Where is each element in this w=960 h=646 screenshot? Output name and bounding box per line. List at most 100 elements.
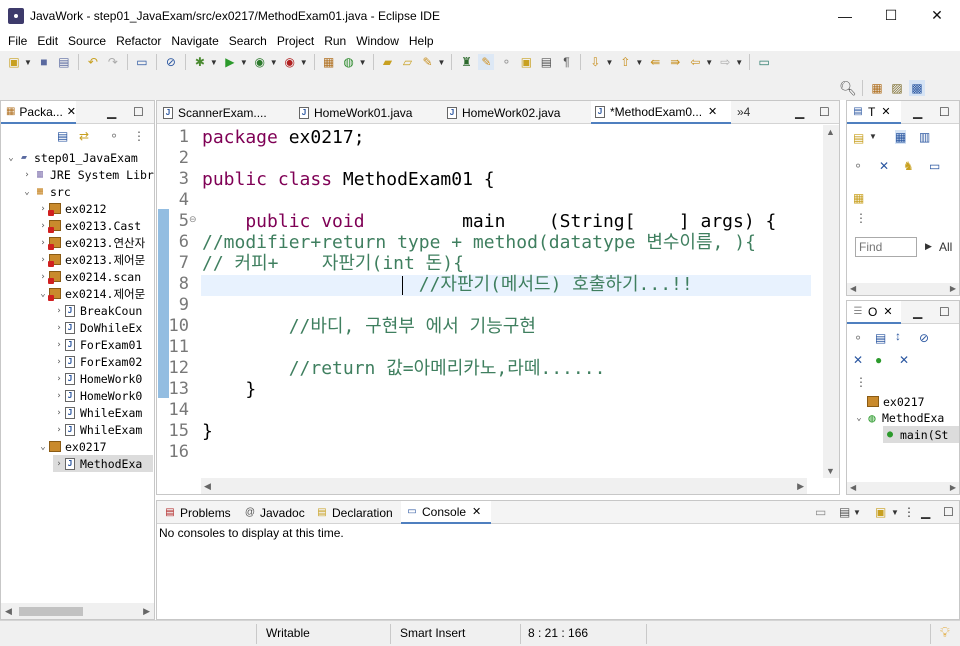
tree-item-package[interactable]: › ex0214.scan — [37, 268, 141, 285]
view-menu-icon[interactable]: ⋮ — [133, 129, 145, 143]
debug-dropdown-icon[interactable]: ▼ — [210, 58, 218, 67]
code-line[interactable]: 13 } — [157, 379, 811, 400]
maximize-view-icon[interactable]: ☐ — [943, 505, 954, 519]
search-tool-icon[interactable]: ✎ — [420, 54, 436, 70]
new-class-dropdown-icon[interactable]: ▼ — [359, 58, 367, 67]
search-dropdown-icon[interactable]: ▼ — [438, 58, 446, 67]
minimize-view-icon[interactable]: ▁ — [913, 105, 922, 119]
status-insert-mode[interactable]: Smart Insert — [400, 626, 465, 640]
focus-active-task-icon[interactable]: ⚬ — [853, 331, 863, 345]
code-line[interactable]: 6 //modifier+return type + method(datatyp… — [157, 232, 811, 253]
menu-refactor[interactable]: Refactor — [111, 34, 166, 48]
view-menu-icon[interactable]: ⋮ — [855, 375, 867, 389]
menu-project[interactable]: Project — [272, 34, 319, 48]
tree-item-src[interactable]: ⌄ ▦ src — [21, 183, 71, 200]
code-line[interactable]: 12 //return 값=아메리카노,라떼...... — [157, 358, 811, 379]
code-line[interactable]: 14 — [157, 400, 811, 421]
horizontal-scrollbar[interactable]: ◀ ▶ — [1, 603, 154, 619]
next-edit-dropdown-icon[interactable]: ▼ — [605, 58, 613, 67]
maximize-view-icon[interactable]: ☐ — [819, 105, 830, 119]
tree-item-package[interactable]: › ex0213.제어문 — [37, 251, 145, 268]
hide-local-types-icon[interactable]: ✕ — [899, 353, 909, 367]
scroll-right-icon[interactable]: ▶ — [950, 284, 956, 293]
open-console-icon[interactable]: ▣ — [875, 505, 886, 519]
code-line[interactable]: 4 — [157, 190, 811, 211]
close-button[interactable]: ✕ — [914, 0, 960, 31]
maximize-view-icon[interactable]: ☐ — [133, 105, 144, 119]
undo-icon[interactable]: ↶ — [85, 54, 101, 70]
external-tools-dropdown-icon[interactable]: ▼ — [300, 58, 308, 67]
minimize-view-icon[interactable]: ▁ — [913, 305, 922, 319]
show-whitespace-icon[interactable]: ▤ — [538, 54, 554, 70]
close-icon[interactable]: ✕ — [883, 305, 892, 318]
open-console-dropdown-icon[interactable]: ▼ — [891, 508, 899, 517]
tree-item-file[interactable]: › J BreakCoun — [53, 302, 142, 319]
save-icon[interactable]: ■ — [36, 54, 52, 70]
coverage-dropdown-icon[interactable]: ▼ — [270, 58, 278, 67]
collapse-icon[interactable]: ▭ — [929, 159, 940, 173]
expanded-chevron-icon[interactable]: ⌄ — [853, 413, 865, 423]
status-cursor-position[interactable]: 8 : 21 : 166 — [528, 626, 588, 640]
maximize-view-icon[interactable]: ☐ — [939, 305, 950, 319]
new-task-dropdown-icon[interactable]: ▼ — [869, 132, 877, 141]
tab-outline[interactable]: ☰ O ✕ — [847, 301, 901, 324]
forward-arrow-icon[interactable]: ⇨ — [717, 54, 733, 70]
run-icon[interactable]: ▶ — [222, 54, 238, 70]
new-icon[interactable]: ▣ — [6, 54, 22, 70]
maximize-view-icon[interactable]: ☐ — [939, 105, 950, 119]
close-icon[interactable]: ✕ — [708, 105, 717, 118]
expanded-chevron-icon[interactable]: ⌄ — [5, 153, 17, 163]
scroll-left-icon[interactable]: ◀ — [204, 481, 211, 492]
code-line[interactable]: 15} — [157, 421, 811, 442]
scroll-right-icon[interactable]: ▶ — [143, 606, 150, 617]
tree-item-file[interactable]: › J WhileExam — [53, 421, 142, 438]
pin-console-icon[interactable]: ▭ — [815, 505, 826, 519]
scroll-left-icon[interactable]: ◀ — [850, 284, 856, 293]
scrollbar-thumb[interactable] — [19, 607, 83, 616]
categorize-icon[interactable]: ▦ — [895, 130, 907, 144]
tree-item-file-selected[interactable]: › J MethodExa — [53, 455, 153, 472]
pin-editor-icon[interactable]: ▭ — [756, 54, 772, 70]
scroll-down-icon[interactable]: ▼ — [826, 466, 835, 476]
java-perspective-icon[interactable]: ▩ — [909, 80, 925, 96]
expanded-chevron-icon[interactable]: ⌄ — [21, 187, 33, 197]
new-dropdown-icon[interactable]: ▼ — [24, 58, 32, 67]
hide-static-icon[interactable]: ✕ — [853, 353, 863, 367]
pilcrow-icon[interactable]: ¶ — [558, 54, 574, 70]
close-icon[interactable]: ✕ — [472, 505, 481, 518]
menu-source[interactable]: Source — [63, 34, 111, 48]
code-line[interactable]: 9 — [157, 295, 811, 316]
tab-declaration[interactable]: ▤ Declaration — [311, 501, 397, 524]
mark-occurrences-icon[interactable]: ✎ — [478, 54, 495, 70]
next-annotation-icon[interactable]: ♜ — [458, 54, 474, 70]
sort-icon[interactable]: ↕ — [895, 329, 901, 343]
prev-edit-icon[interactable]: ⇧ — [617, 54, 633, 70]
minimize-view-icon[interactable]: ▁ — [921, 505, 930, 519]
tree-item-file[interactable]: › J ForExam02 — [53, 353, 142, 370]
maximize-button[interactable]: ☐ — [868, 0, 914, 31]
scroll-right-icon[interactable]: ▶ — [950, 483, 956, 492]
code-line[interactable]: 1 package ex0217; — [157, 127, 811, 148]
forward-dropdown-icon[interactable]: ▼ — [735, 58, 743, 67]
search-icon[interactable]: 🔍︎ — [839, 80, 857, 96]
tree-item-file[interactable]: › J DoWhileEx — [53, 319, 142, 336]
display-selected-console-icon[interactable]: ▤ — [839, 505, 850, 519]
redo-icon[interactable]: ↷ — [105, 54, 121, 70]
close-icon[interactable]: ✕ — [881, 105, 890, 118]
menu-run[interactable]: Run — [319, 34, 351, 48]
tree-item-file[interactable]: › J WhileExam — [53, 404, 142, 421]
tree-item-project[interactable]: ⌄ ▰ step01_JavaExam — [5, 149, 138, 166]
lightbulb-icon[interactable]: 💡︎ — [940, 624, 950, 641]
code-line[interactable]: 2 — [157, 148, 811, 169]
code-editor[interactable]: 1 package ex0217; 2 3 public class MethodExa… — [157, 125, 839, 494]
horizontal-scrollbar[interactable]: ◀ ▶ — [847, 482, 959, 494]
tree-item-package[interactable]: ⌄ ex0217 — [37, 438, 106, 455]
scroll-right-icon[interactable]: ▶ — [797, 481, 804, 492]
tab-problems[interactable]: ▤ Problems — [159, 501, 239, 524]
focus-icon[interactable]: ⚬ — [853, 159, 863, 173]
last-edit-location-icon[interactable]: ⇚ — [647, 54, 663, 70]
scroll-left-icon[interactable]: ◀ — [850, 483, 856, 492]
back-arrow-icon[interactable]: ⇦ — [687, 54, 703, 70]
hide-nonpublic-icon[interactable]: ● — [875, 353, 882, 367]
new-java-package-icon[interactable]: ▦ — [321, 54, 337, 70]
